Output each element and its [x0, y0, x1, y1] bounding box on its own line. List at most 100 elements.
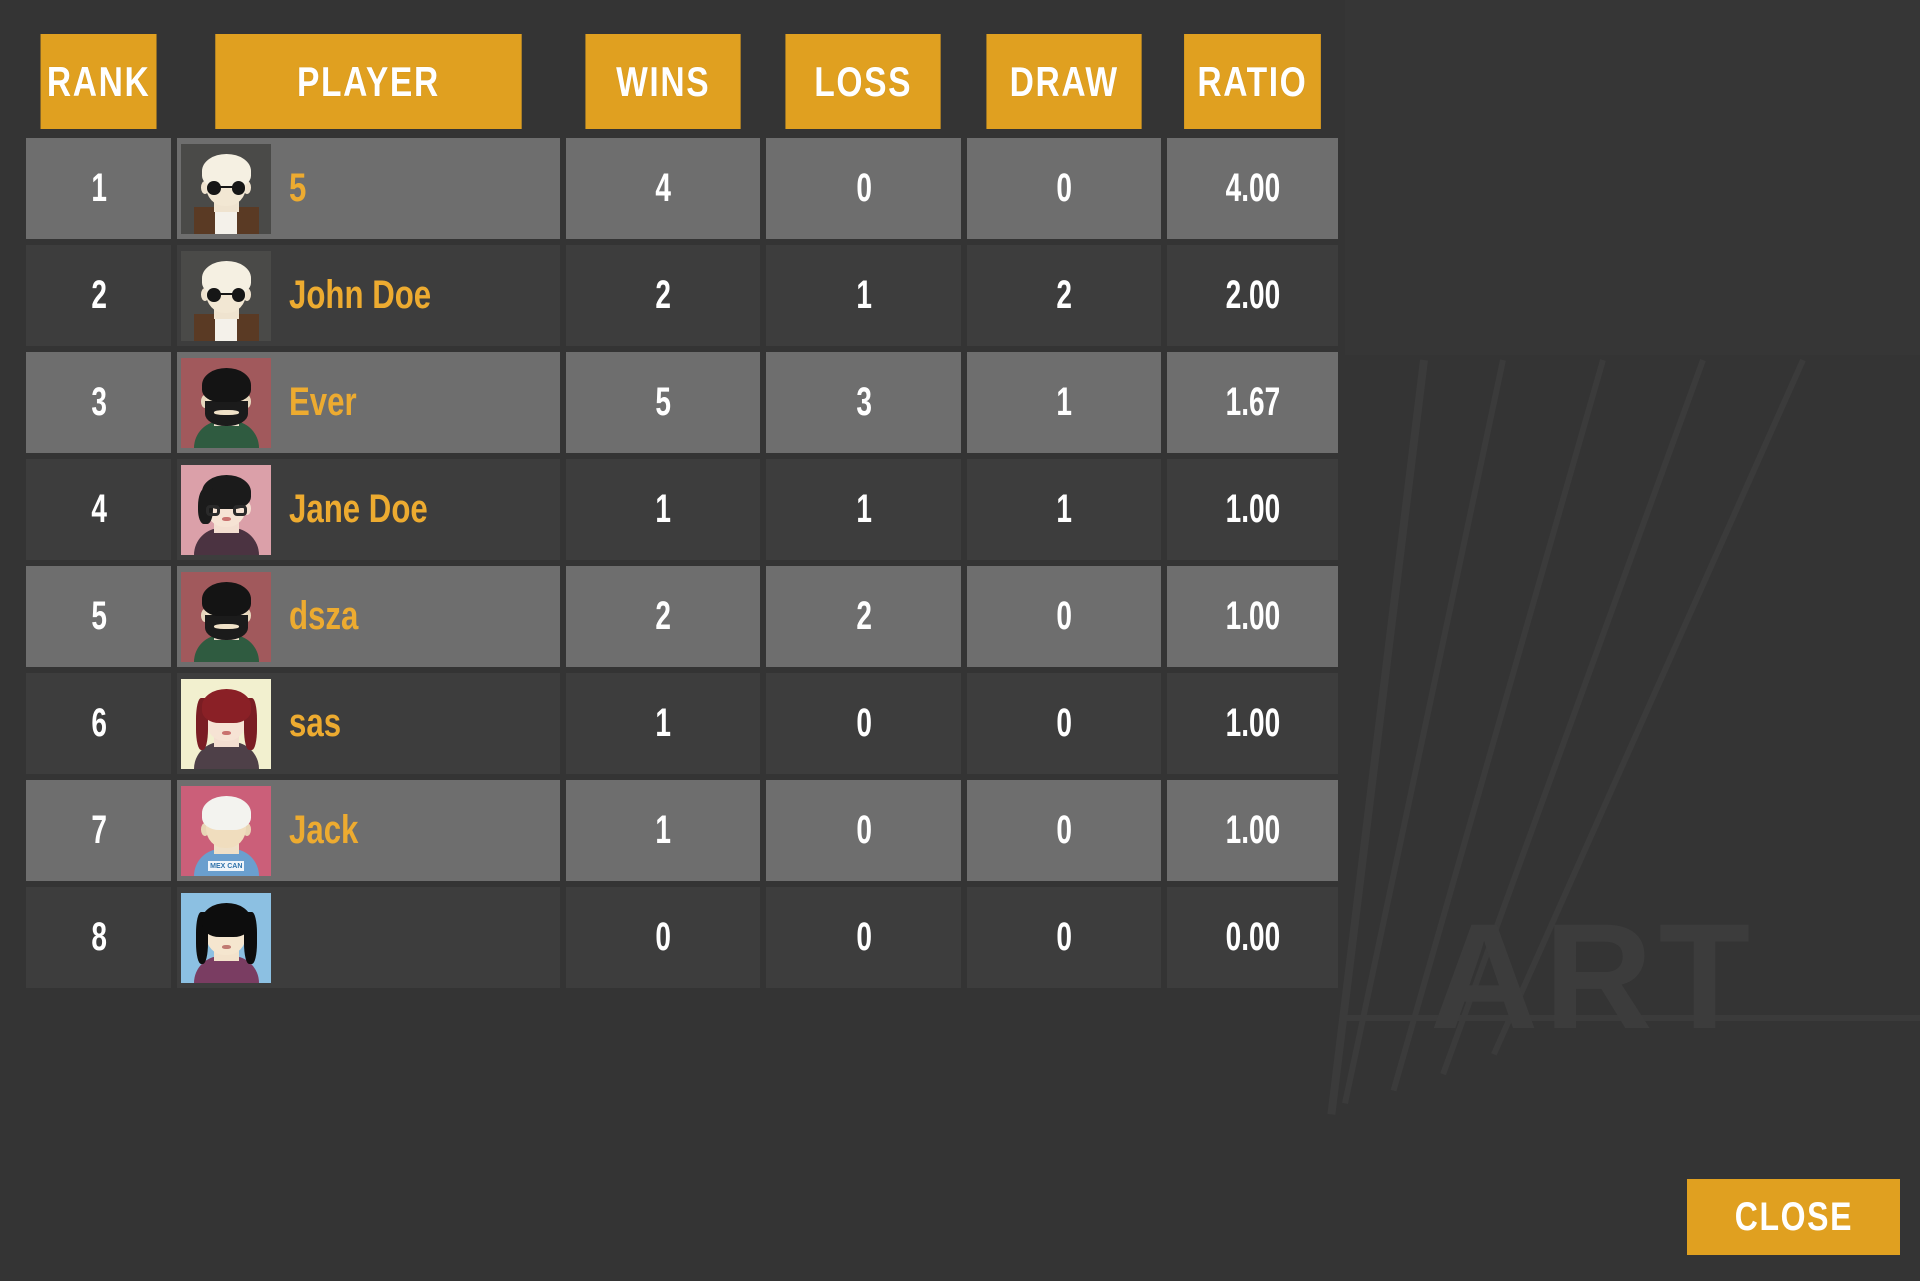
- cell-player: John Doe: [177, 245, 561, 346]
- cell-rank: 2: [26, 245, 172, 346]
- cell-wins: 0: [566, 887, 761, 988]
- column-header-draw[interactable]: DRAW: [986, 34, 1142, 129]
- player-name: sas: [289, 701, 342, 745]
- table-row[interactable]: 3 Ever 5 3 1 1.67: [26, 352, 1338, 453]
- table-row[interactable]: 2 John Doe 2 1 2 2.00: [26, 245, 1338, 346]
- loss-value: 0: [855, 701, 872, 745]
- avatar: [181, 464, 272, 555]
- cell-draw: 0: [966, 566, 1162, 667]
- cell-wins: 5: [566, 352, 761, 453]
- cell-loss: 0: [766, 887, 961, 988]
- cell-loss: 0: [766, 780, 961, 881]
- avatar: [181, 143, 272, 234]
- avatar: [181, 250, 272, 341]
- rank-value: 6: [90, 701, 107, 745]
- loss-value: 3: [855, 380, 872, 424]
- leaderboard-screen: ART RANK PLAYER WINS LOSS DRAW RATIO 1 5 4…: [0, 0, 1920, 1281]
- cell-draw: 0: [966, 887, 1162, 988]
- draw-value: 1: [1056, 380, 1072, 424]
- cell-rank: 1: [26, 138, 172, 239]
- cell-player: 5: [177, 138, 561, 239]
- cell-player: [177, 887, 561, 988]
- ratio-value: 2.00: [1225, 273, 1280, 317]
- cell-loss: 1: [766, 245, 961, 346]
- avatar: [181, 678, 272, 769]
- cell-draw: 0: [966, 138, 1162, 239]
- cell-player: Jane Doe: [177, 459, 561, 560]
- table-row[interactable]: 5 dsza 2 2 0 1.00: [26, 566, 1338, 667]
- avatar: [181, 357, 272, 448]
- wins-value: 1: [655, 701, 672, 745]
- cell-draw: 1: [966, 352, 1162, 453]
- avatar: MEX CAN: [181, 785, 272, 876]
- cell-loss: 0: [766, 138, 961, 239]
- ratio-value: 0.00: [1225, 915, 1280, 959]
- cell-player: MEX CAN Jack: [177, 780, 561, 881]
- rank-value: 8: [90, 915, 107, 959]
- draw-value: 0: [1056, 166, 1072, 210]
- cell-rank: 7: [26, 780, 172, 881]
- player-name: Jack: [289, 808, 359, 852]
- cell-wins: 2: [566, 245, 761, 346]
- cell-ratio: 1.67: [1167, 352, 1338, 453]
- cell-rank: 5: [26, 566, 172, 667]
- cell-loss: 2: [766, 566, 961, 667]
- cell-draw: 1: [966, 459, 1162, 560]
- rank-value: 3: [90, 380, 107, 424]
- cell-ratio: 1.00: [1167, 459, 1338, 560]
- ratio-value: 1.00: [1225, 594, 1280, 638]
- cell-wins: 1: [566, 673, 761, 774]
- wins-value: 0: [655, 915, 672, 959]
- table-row[interactable]: 6 sas 1 0 0 1.00: [26, 673, 1338, 774]
- cell-rank: 6: [26, 673, 172, 774]
- cell-wins: 4: [566, 138, 761, 239]
- cell-ratio: 0.00: [1167, 887, 1338, 988]
- draw-value: 0: [1056, 701, 1072, 745]
- draw-value: 2: [1056, 273, 1072, 317]
- cell-ratio: 1.00: [1167, 566, 1338, 667]
- player-name: Ever: [289, 380, 357, 424]
- ratio-value: 1.00: [1225, 701, 1280, 745]
- cell-player: dsza: [177, 566, 561, 667]
- cell-ratio: 2.00: [1167, 245, 1338, 346]
- player-name: John Doe: [289, 273, 432, 317]
- wins-value: 2: [655, 273, 672, 317]
- column-header-ratio[interactable]: RATIO: [1184, 34, 1321, 129]
- table-row[interactable]: 7 MEX CAN Jack 1 0 0 1.00: [26, 780, 1338, 881]
- avatar: [181, 892, 272, 983]
- player-name: dsza: [289, 594, 359, 638]
- draw-value: 1: [1056, 487, 1072, 531]
- loss-value: 2: [855, 594, 872, 638]
- ratio-value: 1.00: [1225, 487, 1280, 531]
- wins-value: 1: [655, 808, 672, 852]
- loss-value: 0: [855, 166, 872, 210]
- rank-value: 2: [90, 273, 107, 317]
- close-button[interactable]: CLOSE: [1687, 1179, 1900, 1255]
- table-row[interactable]: 8 0 0 0 0.00: [26, 887, 1338, 988]
- cell-draw: 0: [966, 780, 1162, 881]
- cell-wins: 1: [566, 780, 761, 881]
- draw-value: 0: [1056, 915, 1072, 959]
- cell-draw: 2: [966, 245, 1162, 346]
- avatar: [181, 571, 272, 662]
- column-header-player[interactable]: PLAYER: [215, 34, 522, 129]
- cell-rank: 4: [26, 459, 172, 560]
- ratio-value: 1.67: [1225, 380, 1280, 424]
- cell-rank: 8: [26, 887, 172, 988]
- cell-rank: 3: [26, 352, 172, 453]
- cell-ratio: 1.00: [1167, 780, 1338, 881]
- draw-value: 0: [1056, 594, 1072, 638]
- draw-value: 0: [1056, 808, 1072, 852]
- rank-value: 5: [90, 594, 107, 638]
- column-header-rank[interactable]: RANK: [40, 34, 157, 129]
- ratio-value: 1.00: [1225, 808, 1280, 852]
- background-watermark: ART: [1430, 892, 1757, 1060]
- ratio-value: 4.00: [1225, 166, 1280, 210]
- column-header-wins[interactable]: WINS: [585, 34, 742, 129]
- cell-draw: 0: [966, 673, 1162, 774]
- table-row[interactable]: 4 Jane Doe 1 1 1 1.00: [26, 459, 1338, 560]
- table-row[interactable]: 1 5 4 0 0 4.00: [26, 138, 1338, 239]
- column-header-loss[interactable]: LOSS: [785, 34, 942, 129]
- rank-value: 7: [90, 808, 107, 852]
- cell-player: Ever: [177, 352, 561, 453]
